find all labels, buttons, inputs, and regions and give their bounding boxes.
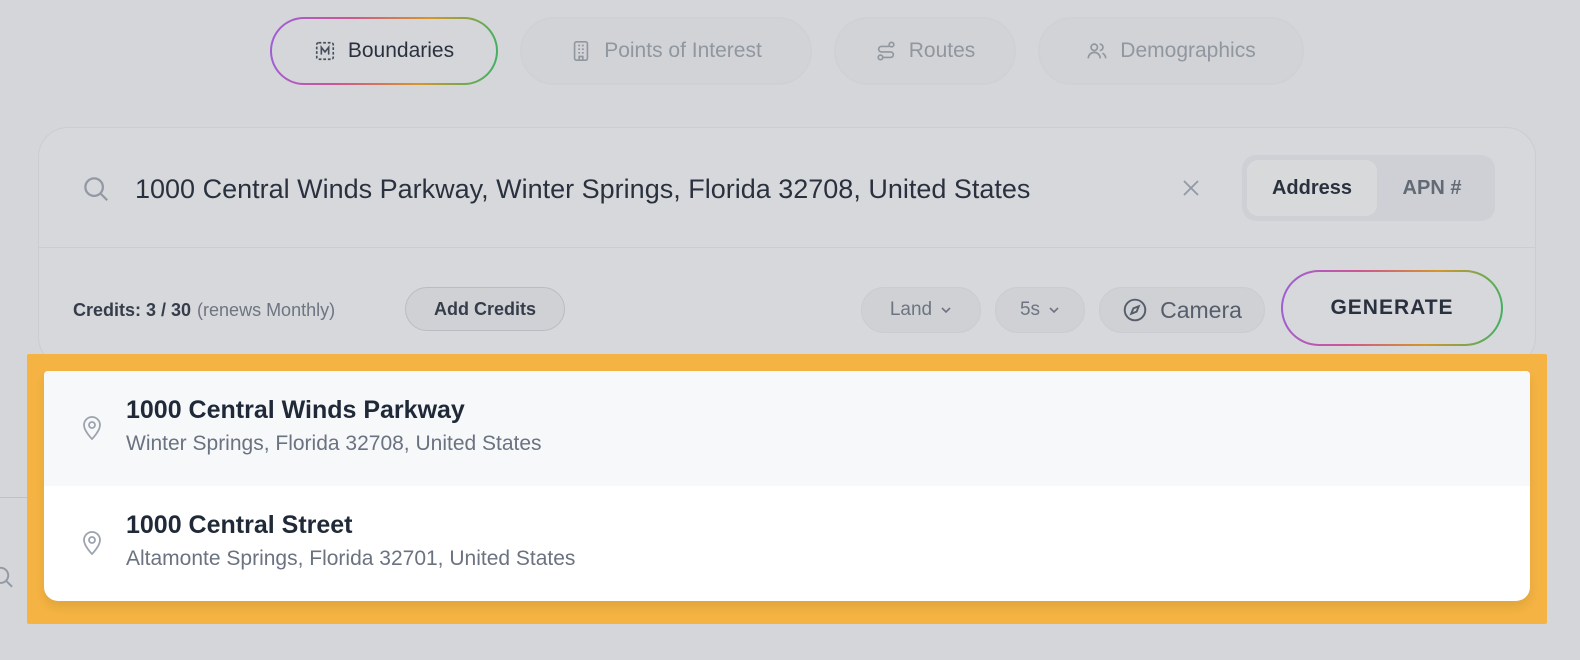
suggestion-text: 1000 Central Street Altamonte Springs, F… (126, 510, 575, 572)
location-pin-icon (83, 531, 101, 556)
tab-points-of-interest[interactable]: Points of Interest (520, 17, 812, 85)
search-icon (84, 177, 109, 202)
suggestion-item[interactable]: 1000 Central Street Altamonte Springs, F… (44, 486, 1530, 601)
tab-label: Routes (908, 39, 976, 62)
search-row: Address APN # (39, 128, 1535, 248)
tab-routes[interactable]: Routes (834, 17, 1016, 85)
suggestion-item[interactable]: 1000 Central Winds Parkway Winter Spring… (44, 371, 1530, 486)
suggestion-subtitle: Winter Springs, Florida 32708, United St… (126, 432, 542, 455)
tab-label: Boundaries (347, 39, 455, 62)
generate-button[interactable]: GENERATE (1281, 270, 1503, 346)
tab-demographics[interactable]: Demographics (1038, 17, 1304, 85)
credits-info: Credits: 3 / 30 (renews Monthly) (73, 300, 335, 321)
building-icon (573, 41, 589, 61)
search-icon (0, 566, 13, 588)
chevron-down-icon (941, 307, 951, 314)
mode-tabs: Boundaries Points of Interest Routes Dem… (270, 17, 1304, 85)
close-icon[interactable] (1179, 176, 1203, 200)
camera-button[interactable]: Camera (1099, 287, 1265, 333)
controls-row: Credits: 3 / 30 (renews Monthly) Add Cred… (39, 248, 1535, 368)
duration-select-value: 5s (1019, 299, 1041, 320)
duration-select[interactable]: 5s (995, 287, 1085, 333)
suggestion-subtitle: Altamonte Springs, Florida 32701, United… (126, 547, 576, 570)
suggestion-title: 1000 Central Winds Parkway (126, 396, 465, 424)
chevron-down-icon (1049, 307, 1059, 314)
add-credits-button[interactable]: Add Credits (405, 287, 565, 331)
tab-label: Points of Interest (604, 39, 762, 62)
camera-label: Camera (1160, 296, 1242, 323)
credits-renew-note: (renews Monthly) (197, 300, 336, 320)
mode-address-button[interactable]: Address (1247, 160, 1377, 216)
tab-boundaries[interactable]: Boundaries (270, 17, 498, 85)
boundary-icon (315, 41, 334, 61)
suggestion-text: 1000 Central Winds Parkway Winter Spring… (126, 395, 542, 457)
search-mode-toggle: Address APN # (1242, 155, 1495, 221)
suggestion-title: 1000 Central Street (126, 511, 353, 539)
people-icon (1087, 43, 1107, 59)
address-search-input[interactable] (135, 168, 1155, 210)
tab-label: Demographics (1120, 39, 1256, 62)
route-icon (877, 41, 895, 61)
address-suggestions-dropdown: 1000 Central Winds Parkway Winter Spring… (44, 371, 1530, 601)
credits-count: Credits: 3 / 30 (73, 300, 192, 320)
app-stage: Boundaries Points of Interest Routes Dem… (0, 0, 1580, 660)
land-select-value: Land (889, 299, 933, 320)
location-pin-icon (83, 416, 101, 441)
search-card: Address APN # Credits: 3 / 30(renews Mon… (38, 127, 1536, 367)
compass-icon (1123, 298, 1147, 322)
land-select[interactable]: Land (861, 287, 981, 333)
mode-apn-button[interactable]: APN # (1377, 160, 1487, 216)
